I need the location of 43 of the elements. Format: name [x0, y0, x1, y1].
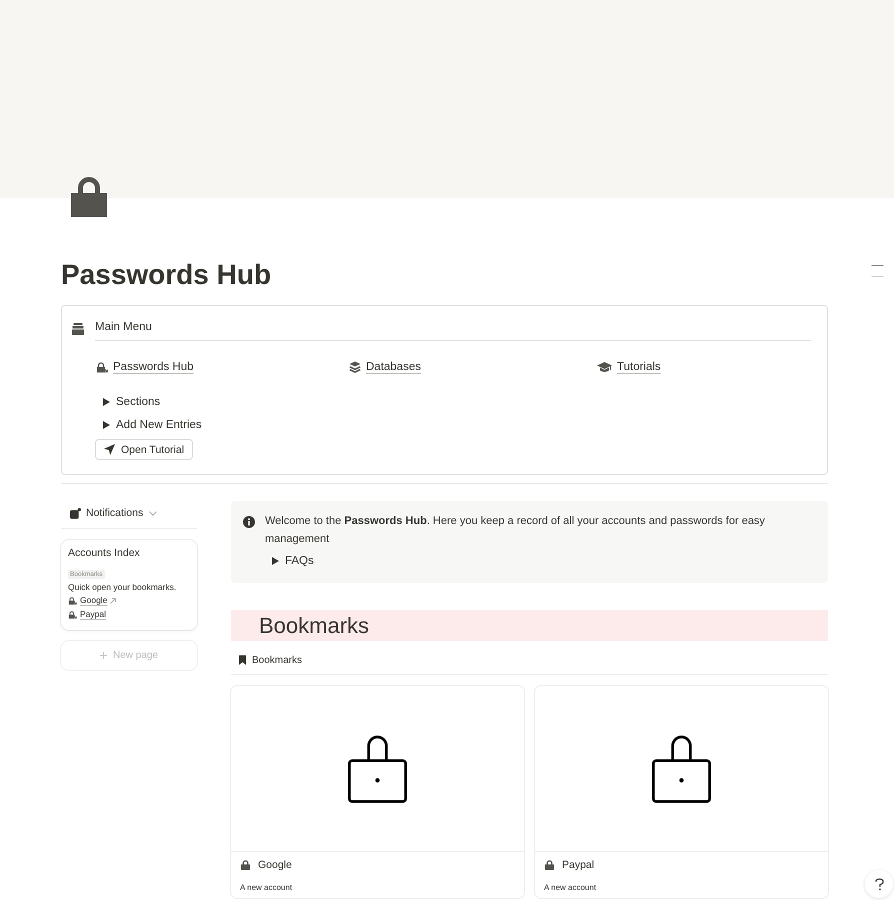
toggle-item[interactable]: FAQs	[272, 549, 314, 572]
description-text: Quick open your bookmarks.	[68, 581, 176, 593]
page-title: Passwords Hub	[61, 258, 272, 292]
page-link[interactable]: Databases	[349, 358, 421, 376]
card-description: A new account	[543, 883, 596, 893]
open-tutorial-button[interactable]: Open Tutorial	[95, 439, 194, 460]
bookmark-link[interactable]: Google	[68, 594, 116, 607]
card-title: Paypal	[562, 859, 594, 871]
help-button[interactable]	[865, 870, 893, 898]
graduation-cap-icon	[597, 362, 612, 372]
lock-icon	[241, 860, 250, 870]
lock-icon[interactable]	[71, 176, 107, 217]
callout-text: Welcome to the Passwords Hub. Here you keep a record of all your accounts and passwords for easy management	[265, 514, 766, 546]
card-title: Google	[258, 859, 292, 871]
page-link[interactable]: Tutorials	[597, 358, 661, 376]
gallery-card[interactable]: Google A new account	[231, 686, 524, 898]
page-link[interactable]: Passwords Hub	[96, 358, 194, 376]
notifications-button[interactable]: Notifications	[61, 502, 158, 524]
toggle-item[interactable]: Sections	[103, 390, 160, 413]
navigation-arrow-icon	[104, 444, 115, 455]
plus-icon	[100, 652, 107, 659]
help-icon	[874, 878, 884, 890]
bookmark-icon	[239, 655, 246, 665]
lock-icon	[68, 610, 77, 618]
lock-outline-icon	[652, 734, 711, 803]
notification-icon	[70, 508, 81, 518]
section-heading: Bookmarks	[231, 610, 828, 641]
layers-icon	[349, 361, 361, 373]
gallery-card[interactable]: Paypal A new account	[535, 686, 828, 898]
card-description: A new account	[239, 883, 292, 893]
info-icon	[243, 516, 255, 528]
toggle-item[interactable]: Add New Entries	[103, 413, 202, 436]
lock-icon	[96, 362, 108, 372]
database-view-tab[interactable]: Bookmarks	[239, 654, 302, 666]
archive-icon	[72, 323, 84, 335]
chevron-down-icon	[149, 510, 158, 516]
lock-outline-icon	[348, 734, 407, 803]
outline-lines-icon[interactable]	[871, 265, 884, 277]
bookmark-link[interactable]: Paypal	[68, 608, 106, 621]
lock-icon	[68, 596, 77, 604]
lock-icon	[545, 860, 554, 870]
menu-heading: Main Menu	[95, 317, 811, 341]
card-heading: Accounts Index	[68, 547, 140, 560]
